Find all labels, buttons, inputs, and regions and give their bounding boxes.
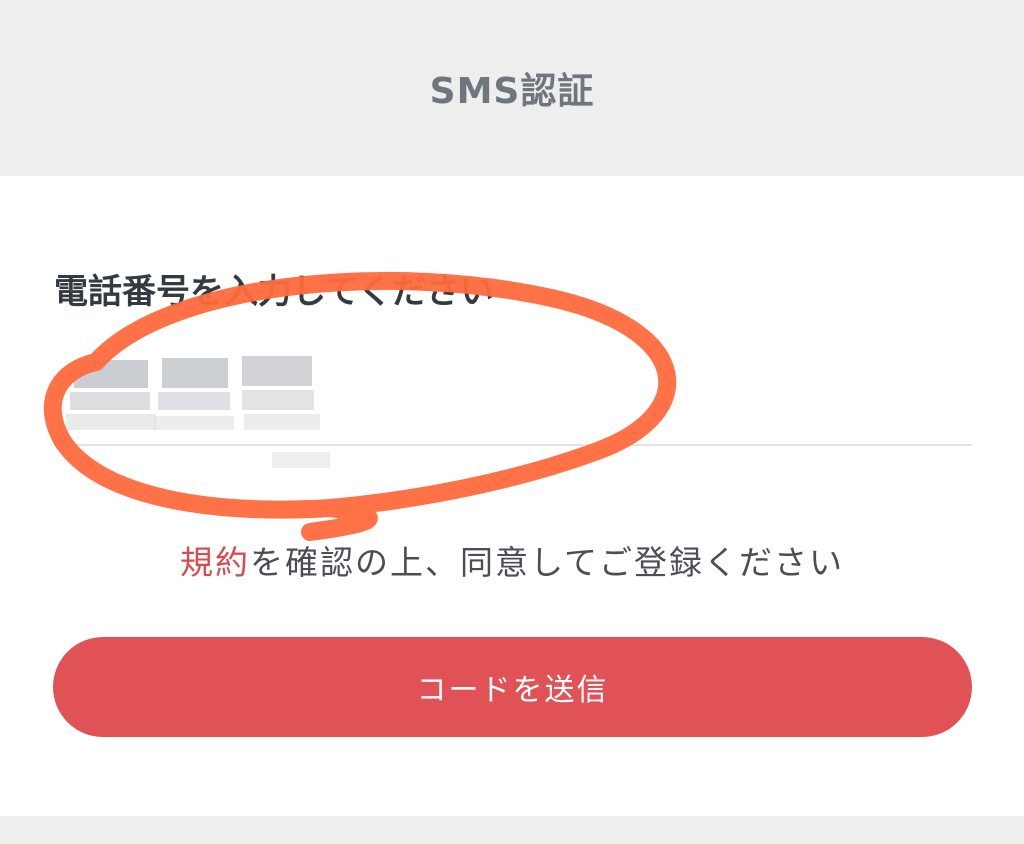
terms-link[interactable]: 規約 [180,543,250,582]
header-bar: SMS認証 [0,0,1024,176]
terms-notice-text: を確認の上、同意してご登録ください [249,543,844,582]
page-title: SMS認証 [429,71,595,112]
send-code-button[interactable]: コードを送信 [53,637,972,737]
bottom-strip [0,816,1024,844]
form-card: 電話番号を入力してください 規約を確認の上、同意してご登録ください コードを送信 [0,176,1024,816]
phone-number-label: 電話番号を入力してください [54,272,494,312]
terms-notice: 規約を確認の上、同意してご登録ください [0,536,1024,584]
sms-verification-page: SMS認証 電話番号を入力してください 規約を確認の上、同意してご登録ください … [0,0,1024,844]
phone-number-input[interactable] [54,336,972,446]
